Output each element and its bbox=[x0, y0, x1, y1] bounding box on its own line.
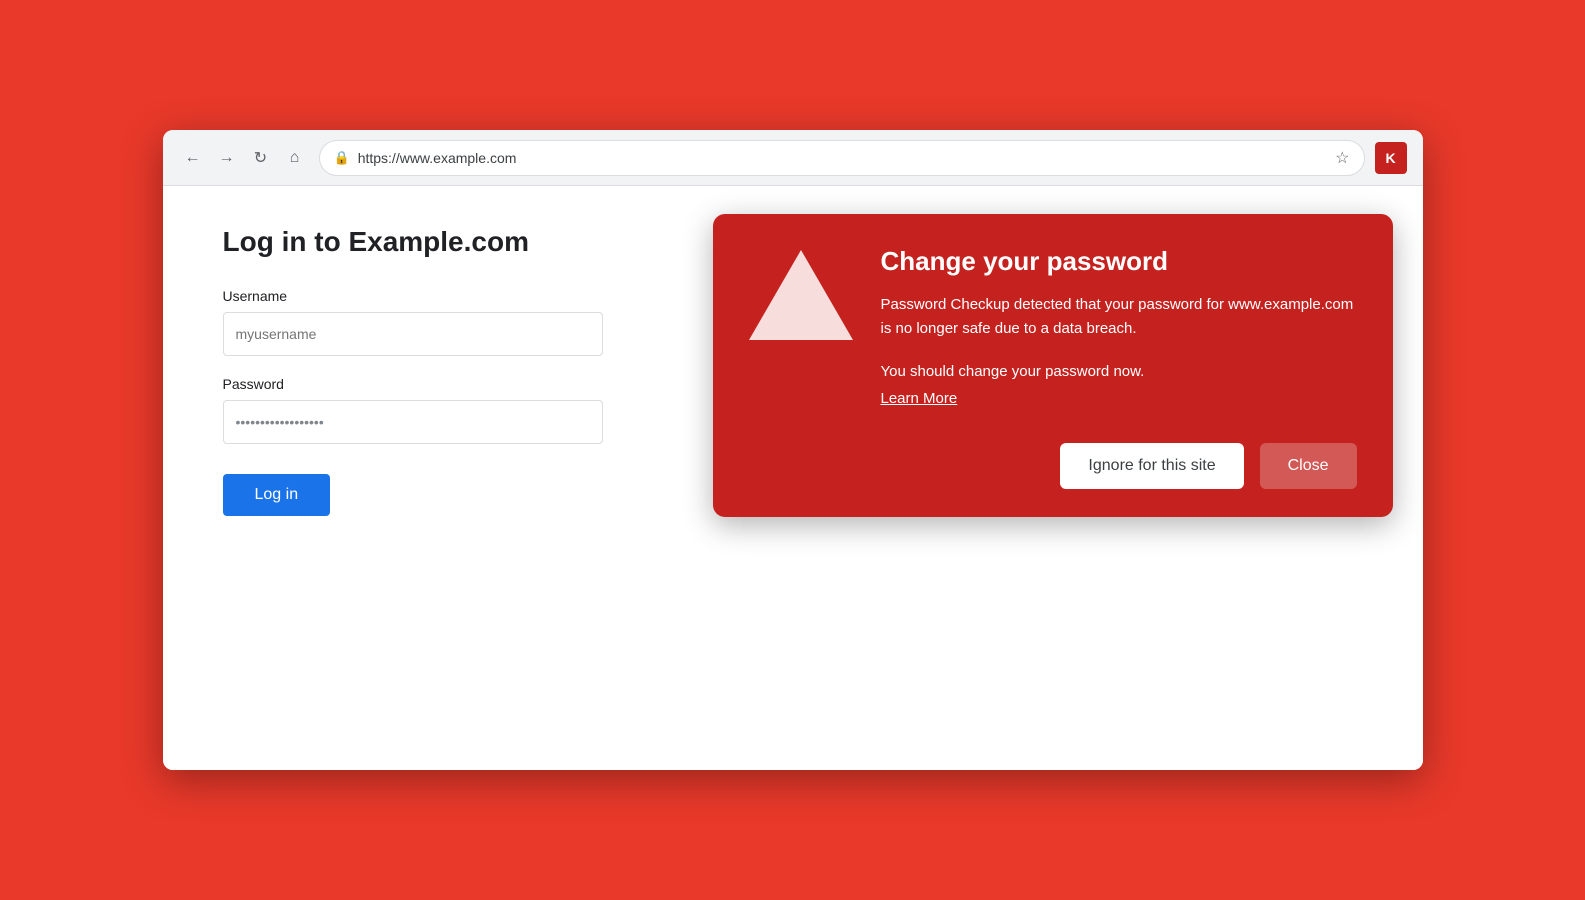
learn-more-link[interactable]: Learn More bbox=[881, 390, 958, 407]
password-label: Password bbox=[223, 376, 643, 392]
username-input[interactable] bbox=[223, 312, 603, 356]
exclamation-icon: ! bbox=[735, 278, 744, 310]
username-label: Username bbox=[223, 288, 643, 304]
login-page: Log in to Example.com Username Password … bbox=[163, 186, 703, 556]
forward-button[interactable]: → bbox=[213, 144, 241, 172]
warning-icon-container: ! bbox=[749, 246, 853, 340]
dialog-body-text: Password Checkup detected that your pass… bbox=[881, 293, 1357, 341]
dialog-text-section: Change your password Password Checkup de… bbox=[881, 246, 1357, 435]
back-button[interactable]: ← bbox=[179, 144, 207, 172]
lock-icon: 🔒 bbox=[334, 150, 350, 166]
login-button[interactable]: Log in bbox=[223, 474, 331, 516]
password-input[interactable] bbox=[223, 400, 603, 444]
home-button[interactable]: ⌂ bbox=[281, 144, 309, 172]
ignore-for-site-button[interactable]: Ignore for this site bbox=[1060, 443, 1243, 489]
warning-triangle-icon bbox=[749, 250, 853, 340]
username-form-group: Username bbox=[223, 288, 643, 356]
toolbar-right: K bbox=[1375, 142, 1407, 174]
browser-window: ← → ↻ ⌂ 🔒 https://www.example.com ☆ K bbox=[163, 130, 1423, 770]
dialog-actions: Ignore for this site Close bbox=[749, 443, 1357, 489]
dialog-change-text: You should change your password now. bbox=[881, 361, 1357, 384]
reload-icon: ↻ bbox=[254, 148, 267, 168]
close-dialog-button[interactable]: Close bbox=[1260, 443, 1357, 489]
password-form-group: Password bbox=[223, 376, 643, 444]
login-page-title: Log in to Example.com bbox=[223, 226, 643, 258]
dialog-title: Change your password bbox=[881, 246, 1357, 277]
bookmark-star-icon[interactable]: ☆ bbox=[1335, 148, 1349, 168]
extension-label: K bbox=[1385, 150, 1395, 166]
forward-icon: → bbox=[219, 149, 235, 167]
reload-button[interactable]: ↻ bbox=[247, 144, 275, 172]
dialog-body: ! Change your password Password Checkup … bbox=[749, 246, 1357, 435]
home-icon: ⌂ bbox=[290, 149, 300, 167]
password-warning-dialog: ! Change your password Password Checkup … bbox=[713, 214, 1393, 517]
nav-buttons: ← → ↻ ⌂ bbox=[179, 144, 309, 172]
password-checkup-extension-icon[interactable]: K bbox=[1375, 142, 1407, 174]
browser-content: Log in to Example.com Username Password … bbox=[163, 186, 1423, 770]
url-display: https://www.example.com bbox=[358, 150, 1327, 166]
address-bar[interactable]: 🔒 https://www.example.com ☆ bbox=[319, 140, 1365, 176]
browser-toolbar: ← → ↻ ⌂ 🔒 https://www.example.com ☆ K bbox=[163, 130, 1423, 186]
back-icon: ← bbox=[185, 149, 201, 167]
